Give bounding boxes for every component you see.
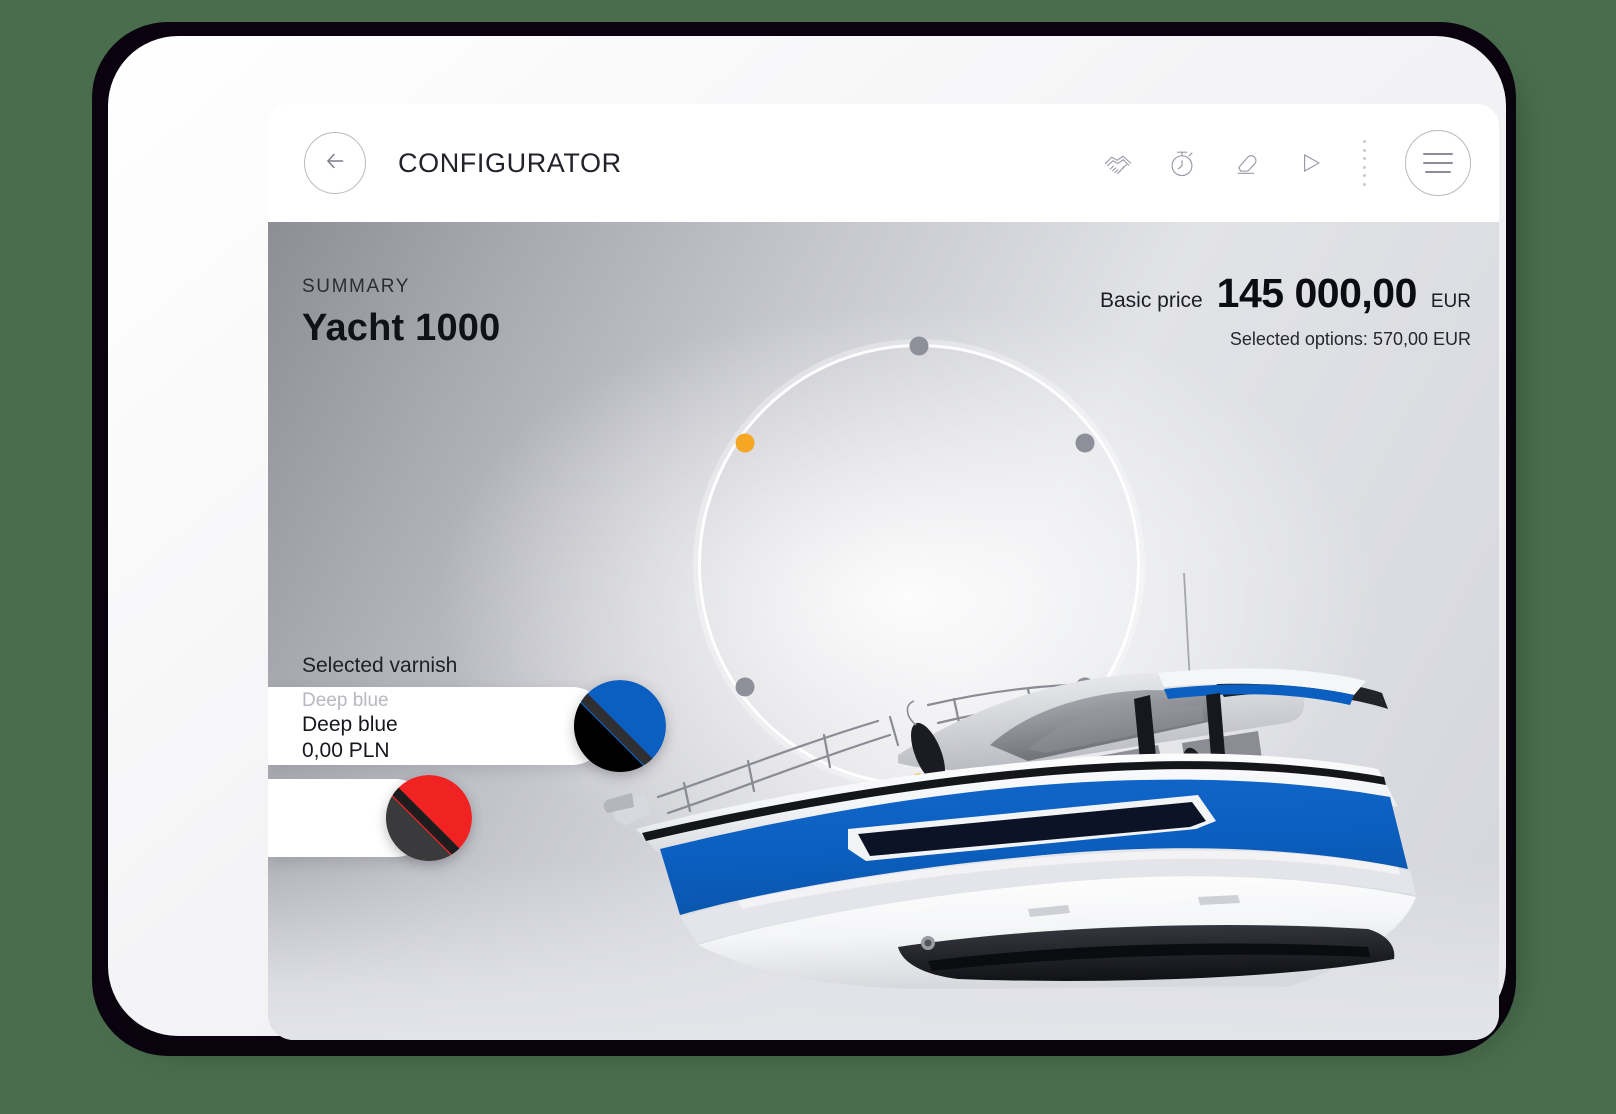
vertical-dots-icon	[1359, 140, 1369, 186]
basic-price-label: Basic price	[1099, 289, 1203, 312]
play-icon[interactable]	[1291, 144, 1329, 182]
varnish-list: Deep blue Deep blue 0,00 PLN	[268, 680, 666, 861]
arrow-left-icon	[322, 148, 348, 179]
stopwatch-icon[interactable]	[1163, 144, 1201, 182]
eraser-icon[interactable]	[1227, 144, 1265, 182]
product-viewer-stage: SUMMARY Yacht 1000 Basic price 145 000,0…	[268, 222, 1499, 1040]
ring-dot-upper-right[interactable]	[1075, 433, 1095, 453]
page-title: CONFIGURATOR	[398, 147, 622, 178]
handshake-icon[interactable]	[1099, 144, 1137, 182]
ring-dot-upper-left[interactable]	[735, 433, 755, 453]
tablet-body: CONFIGURATOR SUMMARY Yacht 1000 Basic pr…	[108, 36, 1506, 1040]
varnish-swatch-deep-blue[interactable]	[574, 680, 666, 772]
summary-block: SUMMARY Yacht 1000	[302, 276, 500, 350]
varnish-swatch-red[interactable]	[386, 775, 472, 861]
basic-price-value: 145 000,00	[1216, 270, 1418, 316]
scene-root: CONFIGURATOR SUMMARY Yacht 1000 Basic pr…	[0, 0, 1616, 1114]
varnish-price: 0,00 PLN	[302, 738, 390, 762]
varnish-section-label: Selected varnish	[302, 654, 458, 677]
ring-dot-top[interactable]	[909, 336, 929, 356]
yacht-product-image[interactable]	[598, 477, 1428, 997]
hamburger-menu-icon[interactable]	[1405, 130, 1471, 196]
varnish-item-selected[interactable]: Deep blue Deep blue 0,00 PLN	[268, 680, 666, 772]
summary-label: SUMMARY	[302, 276, 410, 297]
varnish-muted-name: Deep blue	[302, 689, 389, 711]
tablet-screen: CONFIGURATOR SUMMARY Yacht 1000 Basic pr…	[268, 104, 1499, 1040]
selected-options-line: Selected options: 570,00 EUR	[1229, 329, 1471, 349]
back-button[interactable]	[304, 132, 366, 194]
model-name: Yacht 1000	[302, 307, 501, 349]
price-block: Basic price 145 000,00 EUR Selected opti…	[1100, 270, 1471, 350]
varnish-item-red[interactable]	[268, 775, 472, 861]
app-header: CONFIGURATOR	[268, 104, 1499, 222]
header-actions	[1099, 130, 1471, 196]
basic-price-currency: EUR	[1430, 291, 1471, 312]
varnish-name: Deep blue	[302, 712, 398, 736]
